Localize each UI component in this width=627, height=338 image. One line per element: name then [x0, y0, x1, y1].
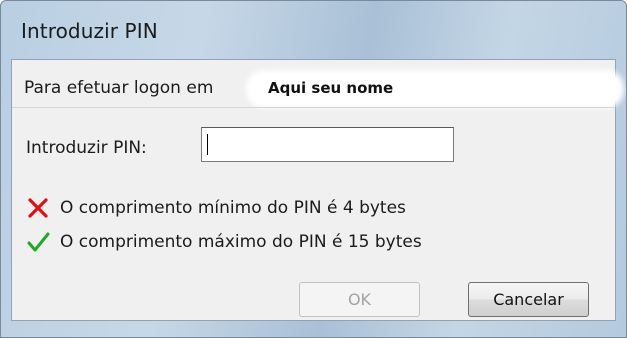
- title-bar[interactable]: Introduzir PIN: [1, 1, 626, 59]
- green-check-icon: [26, 230, 50, 254]
- red-x-icon: [26, 196, 50, 220]
- dialog-body: Para efetuar logon em Aqui seu nome Intr…: [11, 59, 620, 321]
- pin-label: Introduzir PIN:: [26, 138, 147, 158]
- text-caret: [207, 134, 208, 155]
- logon-prompt: Para efetuar logon em: [24, 78, 214, 98]
- rule-min-length: O comprimento mínimo do PIN é 4 bytes: [26, 196, 406, 220]
- pin-dialog: Introduzir PIN Para efetuar logon em Aqu…: [0, 0, 627, 338]
- rule-max-length: O comprimento máximo do PIN é 15 bytes: [26, 230, 422, 254]
- ok-button[interactable]: OK: [299, 282, 420, 317]
- window-title: Introduzir PIN: [21, 19, 158, 43]
- pin-input[interactable]: [201, 127, 454, 162]
- divider: [12, 107, 615, 108]
- rule-min-text: O comprimento mínimo do PIN é 4 bytes: [60, 198, 406, 218]
- cancel-button[interactable]: Cancelar: [468, 282, 589, 317]
- user-name: Aqui seu nome: [268, 79, 394, 97]
- rule-max-text: O comprimento máximo do PIN é 15 bytes: [60, 232, 422, 252]
